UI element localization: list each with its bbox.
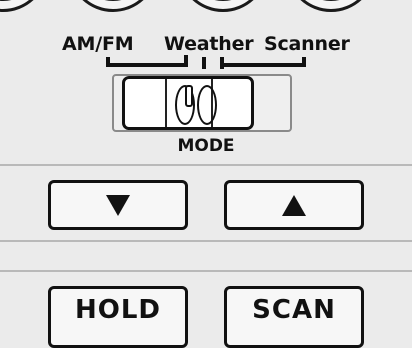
hold-button[interactable]: HOLD <box>48 286 188 348</box>
mode-label-amfm: AM/FM <box>62 33 134 55</box>
knob-1[interactable] <box>0 0 48 12</box>
knob-3[interactable] <box>178 0 268 12</box>
divider <box>0 164 412 166</box>
switch-slot <box>165 79 167 127</box>
divider <box>0 270 412 272</box>
down-button[interactable] <box>48 180 188 230</box>
triangle-down-icon <box>106 194 130 216</box>
switch-indicator-pin <box>185 85 193 107</box>
mode-label: MODE <box>177 136 235 156</box>
radio-control-panel: AM/FM Weather Scanner MODE HOLD SCAN <box>0 0 412 348</box>
scan-button[interactable]: SCAN <box>224 286 364 348</box>
knob-2[interactable] <box>68 0 158 12</box>
switch-grip <box>197 85 217 125</box>
mode-label-scanner: Scanner <box>264 33 350 55</box>
up-button[interactable] <box>224 180 364 230</box>
divider <box>0 240 412 242</box>
mode-label-weather: Weather <box>164 33 254 55</box>
hold-button-label: HOLD <box>74 295 161 325</box>
knob-4[interactable] <box>286 0 376 12</box>
knob-row <box>0 0 412 24</box>
scan-button-label: SCAN <box>252 295 336 325</box>
triangle-up-icon <box>282 194 306 216</box>
mode-slide-switch[interactable] <box>122 76 254 130</box>
